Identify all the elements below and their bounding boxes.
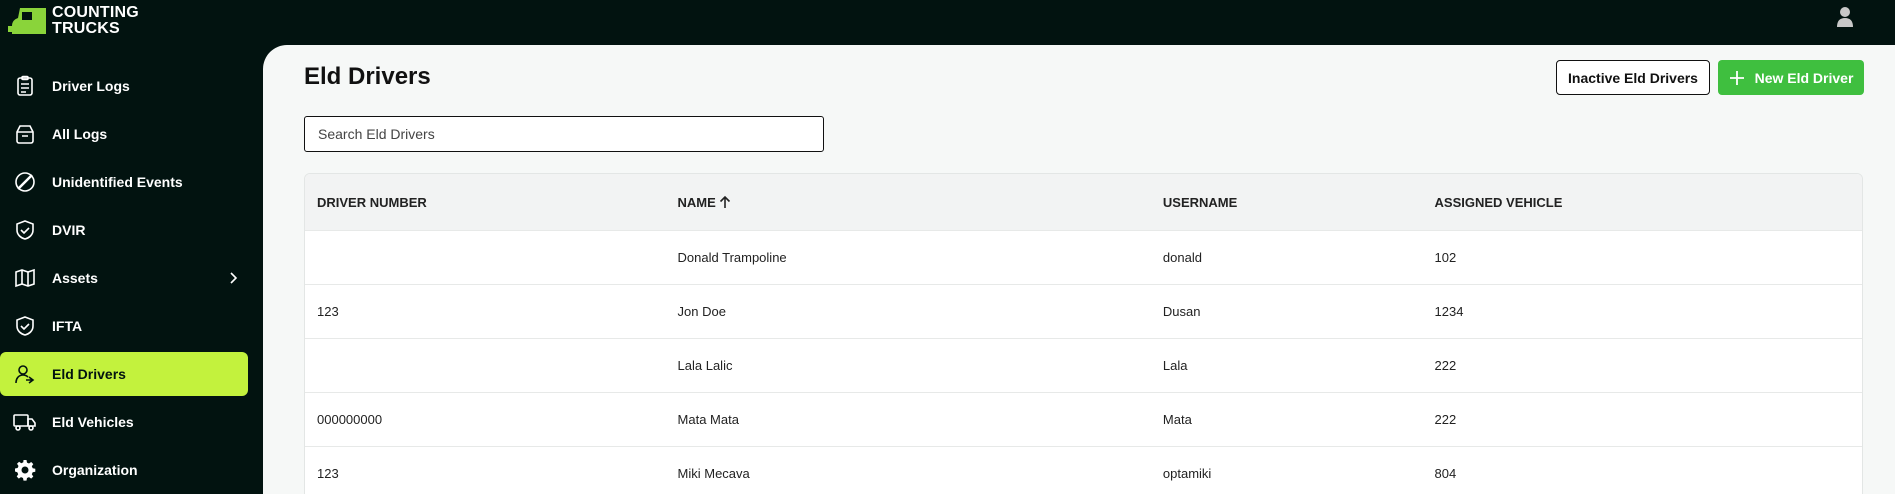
cell-driver-number: 123 bbox=[317, 466, 339, 481]
gear-icon bbox=[13, 458, 37, 482]
sidebar-item-label: Eld Drivers bbox=[52, 366, 126, 382]
sidebar-item-label: Assets bbox=[52, 270, 98, 286]
sidebar-item-unidentified-events[interactable]: Unidentified Events bbox=[0, 160, 263, 204]
sidebar-item-organization[interactable]: Organization bbox=[0, 448, 263, 492]
page-title: Eld Drivers bbox=[304, 63, 431, 90]
sidebar-item-label: IFTA bbox=[52, 318, 83, 334]
cell-name: Lala Lalic bbox=[677, 358, 733, 373]
sidebar: Driver Logs All Logs Unidentified Events… bbox=[0, 64, 263, 494]
chevron-right-icon[interactable] bbox=[226, 270, 240, 286]
new-eld-driver-label: New Eld Driver bbox=[1754, 69, 1854, 86]
table-header: DRIVER NUMBER NAME USERNAME ASSIGNED VEH… bbox=[305, 174, 1862, 230]
column-header-label: USERNAME bbox=[1162, 194, 1238, 210]
sort-ascending-icon[interactable] bbox=[719, 195, 731, 209]
column-header-name[interactable]: NAME bbox=[678, 174, 1163, 230]
cell-driver-number bbox=[305, 231, 678, 284]
brand-line-2: TRUCKS bbox=[52, 20, 120, 37]
user-arrow-icon bbox=[13, 362, 37, 386]
archive-box-icon bbox=[13, 122, 37, 146]
cell-username: Lala bbox=[1162, 358, 1188, 373]
table-row[interactable]: Donald Trampoline donald 102 bbox=[305, 230, 1862, 284]
drivers-table: DRIVER NUMBER NAME USERNAME ASSIGNED VEH… bbox=[304, 173, 1863, 494]
cell-assigned-vehicle: 1234 bbox=[1434, 304, 1464, 319]
sidebar-item-label: Driver Logs bbox=[52, 78, 130, 94]
cell-username: Mata bbox=[1162, 412, 1192, 427]
sidebar-item-eld-drivers[interactable]: Eld Drivers bbox=[0, 352, 248, 396]
inactive-eld-drivers-label: Inactive Eld Drivers bbox=[1568, 69, 1698, 86]
user-account-icon[interactable] bbox=[1835, 6, 1855, 28]
cell-username: optamiki bbox=[1162, 466, 1212, 481]
cell-driver-number: 123 bbox=[317, 304, 339, 319]
sidebar-item-label: Unidentified Events bbox=[52, 174, 183, 190]
column-header-username[interactable]: USERNAME bbox=[1163, 174, 1435, 230]
inactive-eld-drivers-button[interactable]: Inactive Eld Drivers bbox=[1556, 60, 1710, 95]
cell-driver-number: 000000000 bbox=[317, 412, 383, 427]
cell-name: Miki Mecava bbox=[677, 466, 750, 481]
clipboard-list-icon bbox=[13, 74, 37, 98]
sidebar-item-assets[interactable]: Assets bbox=[0, 256, 263, 300]
table-row[interactable]: 123 Miki Mecava optamiki 804 bbox=[305, 446, 1862, 494]
plus-icon bbox=[1729, 70, 1745, 86]
sidebar-item-driver-logs[interactable]: Driver Logs bbox=[0, 64, 263, 108]
column-header-label: DRIVER NUMBER bbox=[317, 194, 427, 210]
cell-username: Dusan bbox=[1162, 304, 1201, 319]
top-bar: COUNTING TRUCKS bbox=[0, 0, 1895, 45]
sidebar-item-label: Organization bbox=[52, 462, 138, 478]
table-row[interactable]: 123 Jon Doe Dusan 1234 bbox=[305, 284, 1862, 338]
brand-line-1: COUNTING bbox=[52, 4, 139, 21]
truck-logo-icon bbox=[8, 8, 46, 34]
search-input[interactable] bbox=[304, 116, 824, 152]
sidebar-item-all-logs[interactable]: All Logs bbox=[0, 112, 263, 156]
shield-check-icon bbox=[13, 218, 37, 242]
column-header-assigned-vehicle[interactable]: ASSIGNED VEHICLE bbox=[1435, 174, 1862, 230]
map-icon bbox=[13, 266, 37, 290]
cell-name: Donald Trampoline bbox=[677, 250, 787, 265]
brand-name: COUNTING TRUCKS bbox=[52, 5, 139, 37]
sidebar-item-label: DVIR bbox=[52, 222, 86, 238]
cell-assigned-vehicle: 222 bbox=[1434, 358, 1457, 373]
column-header-label: ASSIGNED VEHICLE bbox=[1434, 194, 1563, 210]
cell-assigned-vehicle: 804 bbox=[1434, 466, 1457, 481]
cell-driver-number bbox=[305, 339, 678, 392]
table-row[interactable]: Lala Lalic Lala 222 bbox=[305, 338, 1862, 392]
circle-slash-icon bbox=[13, 170, 37, 194]
cell-username: donald bbox=[1162, 250, 1202, 265]
brand-logo[interactable]: COUNTING TRUCKS bbox=[6, 5, 139, 37]
sidebar-item-eld-vehicles[interactable]: Eld Vehicles bbox=[0, 400, 263, 444]
column-header-label: NAME bbox=[677, 194, 716, 210]
sidebar-item-dvir[interactable]: DVIR bbox=[0, 208, 263, 252]
cell-assigned-vehicle: 222 bbox=[1434, 412, 1457, 427]
new-eld-driver-button[interactable]: New Eld Driver bbox=[1718, 60, 1864, 95]
shield-icon bbox=[13, 314, 37, 338]
truck-icon bbox=[13, 410, 37, 434]
sidebar-item-label: All Logs bbox=[52, 126, 108, 142]
table-row[interactable]: 000000000 Mata Mata Mata 222 bbox=[305, 392, 1862, 446]
cell-assigned-vehicle: 102 bbox=[1434, 250, 1457, 265]
main-panel: Eld Drivers Inactive Eld Drivers New Eld… bbox=[263, 45, 1895, 494]
column-header-driver-number[interactable]: DRIVER NUMBER bbox=[305, 174, 678, 230]
sidebar-item-ifta[interactable]: IFTA bbox=[0, 304, 263, 348]
cell-name: Mata Mata bbox=[677, 412, 739, 427]
sidebar-item-label: Eld Vehicles bbox=[52, 414, 134, 430]
cell-name: Jon Doe bbox=[677, 304, 726, 319]
